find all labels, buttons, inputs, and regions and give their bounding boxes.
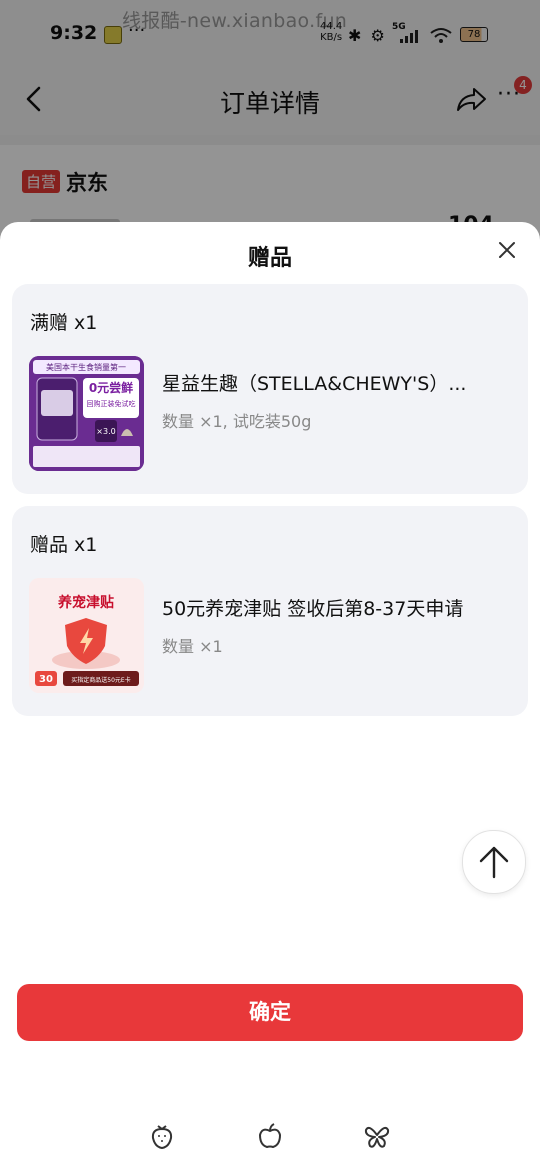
thumb-subtext: 回购正装免试吃: [87, 399, 136, 408]
gift-group-card: 满赠 x1 美国本干生食销量第一 0元尝鲜 回购正装免试吃 ×3.0 星益生趣（…: [12, 284, 528, 494]
thumb-banner: 美国本干生食销量第一: [46, 362, 126, 372]
strawberry-icon[interactable]: [148, 1122, 176, 1150]
coupon-headline: 养宠津贴: [57, 594, 114, 611]
coupon-amount: 30: [39, 674, 53, 685]
butterfly-icon[interactable]: [363, 1122, 391, 1150]
thumb-headline: 0元尝鲜: [89, 380, 133, 395]
arrow-up-icon: [479, 846, 509, 879]
confirm-button[interactable]: 确定: [17, 984, 523, 1041]
gift-item-name[interactable]: 50元养宠津贴 签收后第8-37天申请: [162, 594, 502, 621]
gift-group-heading: 赠品 x1: [30, 534, 98, 556]
gift-group-heading: 满赠 x1: [30, 312, 98, 334]
gift-sheet: 赠品 满赠 x1 美国本干生食销量第一 0元尝鲜 回购正装免试吃 ×3.0 星益…: [0, 222, 540, 1175]
scroll-to-top-button[interactable]: [462, 830, 526, 894]
apple-icon[interactable]: [256, 1122, 284, 1150]
gift-item-meta: 数量 ×1, 试吃装50g: [162, 412, 312, 431]
thumb-badge: ×3.0: [96, 427, 115, 436]
close-icon[interactable]: [494, 237, 520, 263]
gift-group-card: 赠品 x1 养宠津贴 30 买指定商品送50元E卡 50元养宠津贴 签收后第8-…: [12, 506, 528, 716]
coupon-thumbnail[interactable]: 养宠津贴 30 买指定商品送50元E卡: [29, 578, 144, 693]
sheet-title: 赠品: [247, 246, 292, 271]
gift-item-name[interactable]: 星益生趣（STELLA&CHEWY'S）...: [162, 369, 502, 396]
coupon-caption: 买指定商品送50元E卡: [71, 676, 130, 684]
gift-item-meta: 数量 ×1: [162, 637, 223, 656]
product-thumbnail[interactable]: 美国本干生食销量第一 0元尝鲜 回购正装免试吃 ×3.0: [29, 356, 144, 471]
